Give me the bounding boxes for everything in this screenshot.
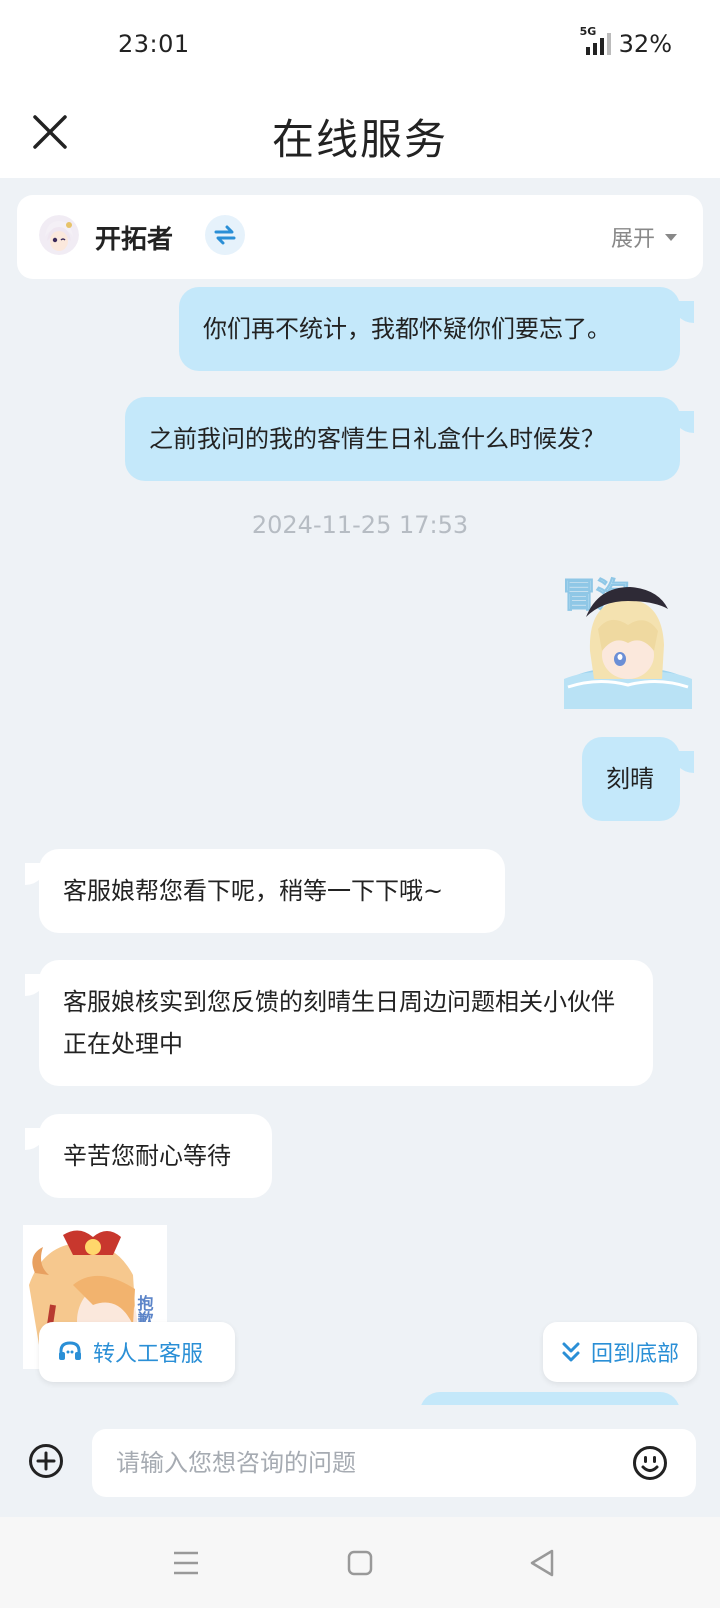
expand-label: 展开 [610, 227, 655, 252]
home-square-icon [347, 1550, 373, 1576]
back-nav-button[interactable] [522, 1543, 562, 1583]
message-input-container [92, 1429, 696, 1497]
avatar [39, 215, 79, 255]
home-nav-button[interactable] [340, 1543, 380, 1583]
sticker-image[interactable]: 冒泡 [558, 569, 694, 709]
add-attachment-button[interactable] [28, 1443, 64, 1479]
status-indicators: 5G 32% [580, 25, 672, 58]
back-triangle-icon [530, 1549, 554, 1577]
battery-level: 32% [618, 30, 672, 58]
signal-icon: 5G [580, 25, 611, 55]
plus-circle-icon [29, 1444, 63, 1478]
menu-nav-button[interactable] [166, 1543, 206, 1583]
double-chevron-down-icon [562, 1342, 580, 1362]
switch-account-button[interactable] [205, 215, 245, 255]
message-timestamp: 2024-11-25 17:53 [251, 511, 469, 539]
back-to-bottom-label: 回到底部 [591, 1342, 680, 1367]
message-bubble-me[interactable] [420, 1392, 680, 1405]
expand-button[interactable]: 展开 [611, 221, 677, 253]
emoji-icon [633, 1446, 667, 1480]
message-bubble-service[interactable]: 客服娘帮您看下呢，稍等一下下哦~ [25, 849, 505, 933]
human-service-label: 转人工客服 [93, 1342, 204, 1367]
emoji-button[interactable] [632, 1445, 668, 1481]
message-input[interactable] [116, 1429, 596, 1497]
message-bubble-service[interactable]: 辛苦您耐心等待 [25, 1114, 272, 1198]
system-nav-bar [0, 1517, 720, 1608]
status-bar: 23:01 5G 32% [0, 0, 720, 88]
page-title: 在线服务 [271, 115, 448, 164]
chat-area[interactable]: 你们再不统计，我都怀疑你们要忘了。 之前我问的我的客情生日礼盒什么时候发？ 20… [0, 279, 720, 1405]
menu-icon [174, 1551, 198, 1575]
swap-icon [214, 225, 236, 245]
network-type: 5G [579, 25, 597, 38]
app-header: 在线服务 [0, 88, 720, 178]
input-bar [0, 1405, 720, 1517]
message-bubble-service[interactable]: 客服娘核实到您反馈的刻晴生日周边问题相关小伙伴正在处理中 [25, 960, 653, 1086]
chevron-down-icon [665, 233, 677, 241]
message-bubble-me[interactable]: 你们再不统计，我都怀疑你们要忘了。 [179, 287, 694, 371]
status-time: 23:01 [118, 30, 190, 58]
message-bubble-me[interactable]: 刻晴 [582, 737, 694, 821]
back-to-bottom-button[interactable]: 回到底部 [543, 1322, 697, 1382]
message-bubble-me[interactable]: 之前我问的我的客情生日礼盒什么时候发？ [125, 397, 694, 481]
headset-icon [59, 1341, 81, 1360]
user-name: 开拓者 [95, 225, 174, 255]
user-card: 开拓者 展开 [17, 195, 703, 279]
human-service-button[interactable]: 转人工客服 [39, 1322, 235, 1382]
